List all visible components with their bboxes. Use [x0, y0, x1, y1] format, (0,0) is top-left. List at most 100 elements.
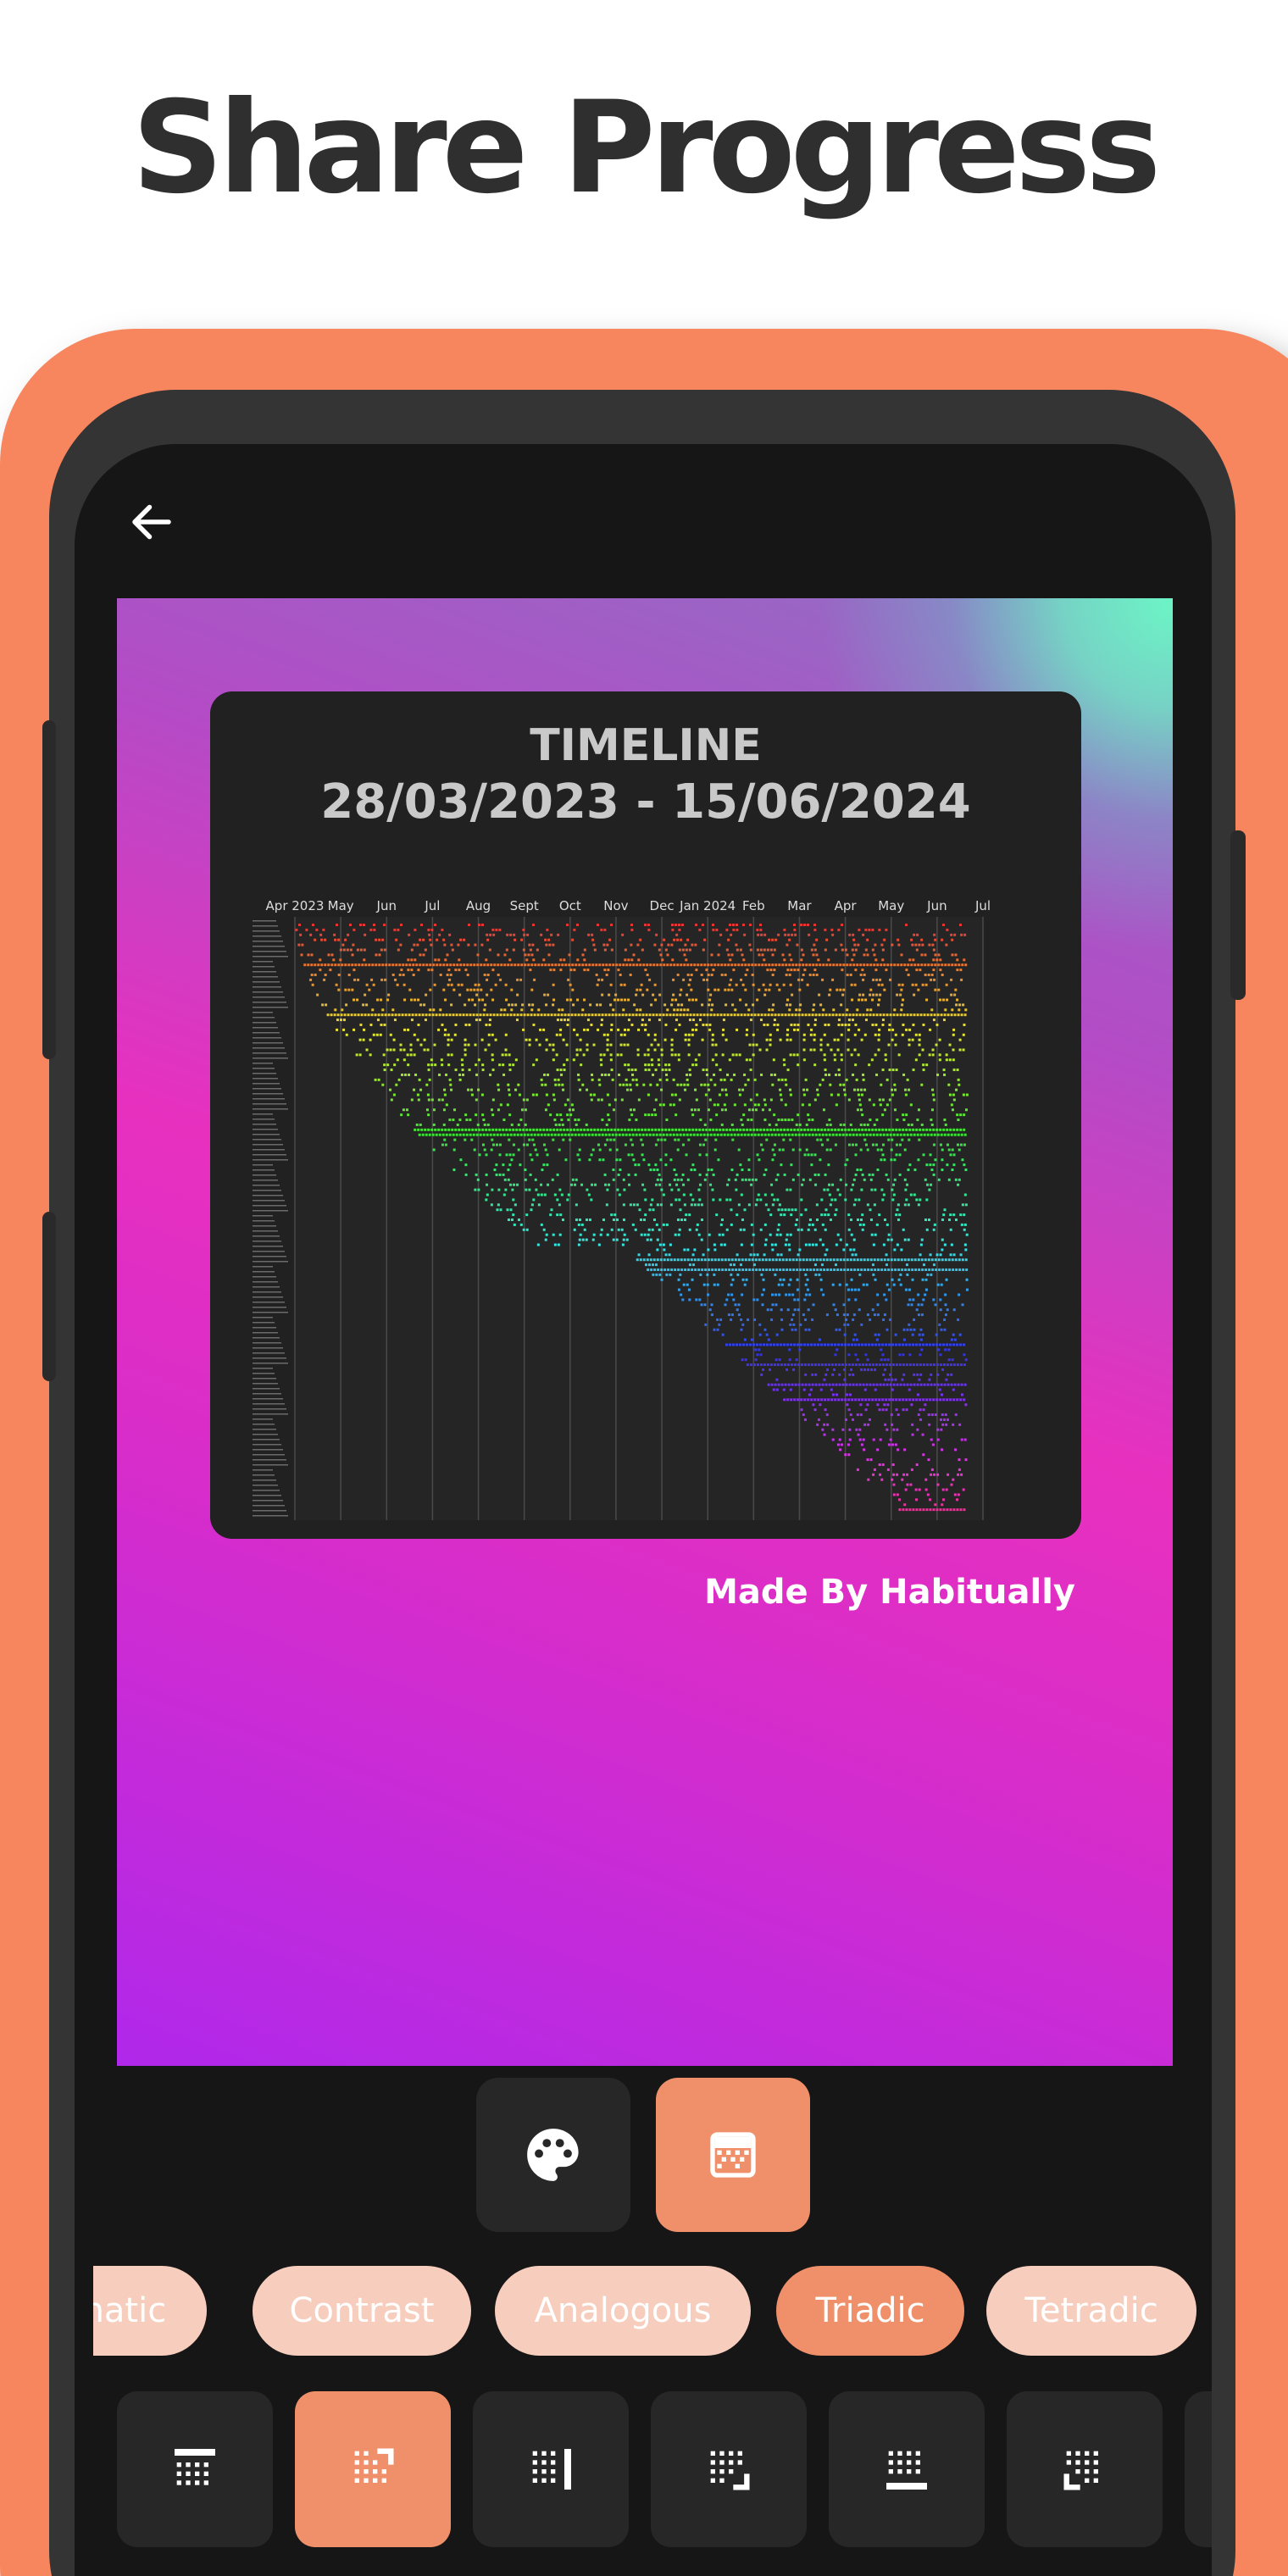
layout-option-more[interactable] [1185, 2391, 1212, 2547]
timeline-dot [928, 1268, 931, 1271]
timeline-dot [636, 1083, 639, 1086]
phone-side-button [42, 1212, 56, 1381]
page-headline: Share Progress [131, 75, 1162, 222]
timeline-dot [763, 1243, 767, 1246]
timeline-dot [905, 1113, 908, 1117]
timeline-dot [908, 1268, 911, 1271]
timeline-dot [771, 1248, 774, 1252]
back-button[interactable] [121, 491, 182, 552]
layout-option-corner-bottom-right[interactable] [651, 2391, 807, 2547]
timeline-dot [415, 1123, 419, 1126]
gradient-mode-button[interactable] [656, 2078, 810, 2232]
chip-triadic[interactable]: Triadic [776, 2266, 964, 2356]
timeline-dot [840, 1443, 843, 1446]
timeline-dot [819, 1048, 823, 1052]
timeline-dot [732, 969, 736, 972]
timeline-dot [516, 1133, 519, 1136]
timeline-dot [628, 1119, 631, 1122]
palette-icon [527, 2129, 579, 2181]
timeline-dot [962, 1003, 965, 1007]
timeline-dot [791, 1258, 795, 1262]
timeline-dot [757, 1133, 760, 1136]
timeline-dot [749, 1098, 752, 1102]
timeline-dot [320, 963, 324, 967]
timeline-dot [750, 1223, 753, 1226]
timeline-dot [908, 1163, 912, 1167]
timeline-dot [757, 1013, 760, 1017]
layout-option-top[interactable] [117, 2391, 273, 2547]
layout-option-bottom[interactable] [829, 2391, 985, 2547]
timeline-dot [639, 963, 642, 967]
timeline-dot [572, 1003, 575, 1007]
timeline-dot [874, 1128, 878, 1131]
x-tick-label: May [328, 898, 354, 913]
palette-mode-button[interactable] [476, 2078, 630, 2232]
timeline-dot [601, 1133, 604, 1136]
timeline-dot [963, 1383, 967, 1386]
layout-option-corner-bottom-left[interactable] [1007, 2391, 1163, 2547]
timeline-dot [911, 1268, 914, 1271]
timeline-dot [560, 1013, 564, 1017]
timeline-dot [636, 943, 640, 947]
habit-label-stub [253, 1495, 281, 1496]
timeline-dot [680, 1083, 683, 1086]
timeline-dot [846, 1158, 849, 1162]
timeline-dot [922, 1298, 925, 1302]
timeline-dot [720, 1258, 724, 1262]
timeline-dot [770, 1383, 774, 1386]
timeline-dot [644, 1128, 647, 1131]
chip-monochromatic[interactable]: Monochromatic [93, 2266, 207, 2356]
timeline-dot [729, 1198, 732, 1202]
timeline-dot [505, 1153, 508, 1157]
timeline-dot [849, 973, 852, 976]
timeline-dot [776, 1253, 780, 1257]
timeline-dot [529, 948, 532, 952]
timeline-dot [796, 943, 799, 947]
layout-option-list[interactable] [75, 2391, 1212, 2552]
timeline-dot [844, 1418, 847, 1421]
timeline-dot [919, 1198, 922, 1202]
timeline-dot [708, 1088, 711, 1091]
timeline-dot [391, 963, 395, 967]
timeline-dot [619, 1053, 623, 1057]
palette-chip-list[interactable]: Monochromatic Contrast Analogous Triadic… [93, 2266, 1203, 2359]
timeline-dot [882, 1243, 886, 1246]
timeline-dot [591, 1183, 594, 1186]
phone-side-button [1230, 830, 1246, 1000]
timeline-dot [908, 1353, 912, 1357]
chip-analogous[interactable]: Analogous [495, 2266, 751, 2356]
timeline-dot [904, 1488, 908, 1491]
chip-tetradic[interactable]: Tetradic [986, 2266, 1196, 2356]
layout-option-right[interactable] [473, 2391, 629, 2547]
timeline-dot [795, 1123, 798, 1126]
timeline-dot [814, 1243, 818, 1246]
timeline-dot [789, 1388, 792, 1391]
chip-contrast[interactable]: Contrast [253, 2266, 471, 2356]
timeline-dot [913, 1328, 916, 1331]
timeline-dot [927, 1413, 930, 1417]
timeline-dot [855, 1078, 858, 1081]
timeline-dot [750, 1133, 753, 1136]
timeline-dot [866, 1008, 869, 1012]
timeline-dot [458, 1133, 462, 1136]
timeline-dot [559, 1128, 563, 1131]
layout-option-corner-top-right[interactable] [295, 2391, 451, 2547]
timeline-dot [894, 1378, 897, 1381]
habit-label-stub [253, 966, 275, 968]
timeline-dot [871, 1363, 874, 1367]
timeline-dot [821, 1383, 824, 1386]
timeline-dot [902, 1113, 905, 1117]
timeline-dot [871, 1343, 874, 1346]
timeline-dot [736, 928, 739, 931]
timeline-dot [811, 1318, 814, 1321]
timeline-dot [838, 1133, 841, 1136]
timeline-dot [627, 1019, 630, 1022]
timeline-dot [862, 978, 865, 981]
timeline-dot [838, 1383, 841, 1386]
timeline-dot [666, 953, 669, 957]
timeline-dot [919, 969, 922, 972]
timeline-dot [891, 1398, 895, 1402]
timeline-dot [801, 978, 804, 981]
timeline-dot [963, 1228, 966, 1231]
timeline-dot [444, 1128, 447, 1131]
